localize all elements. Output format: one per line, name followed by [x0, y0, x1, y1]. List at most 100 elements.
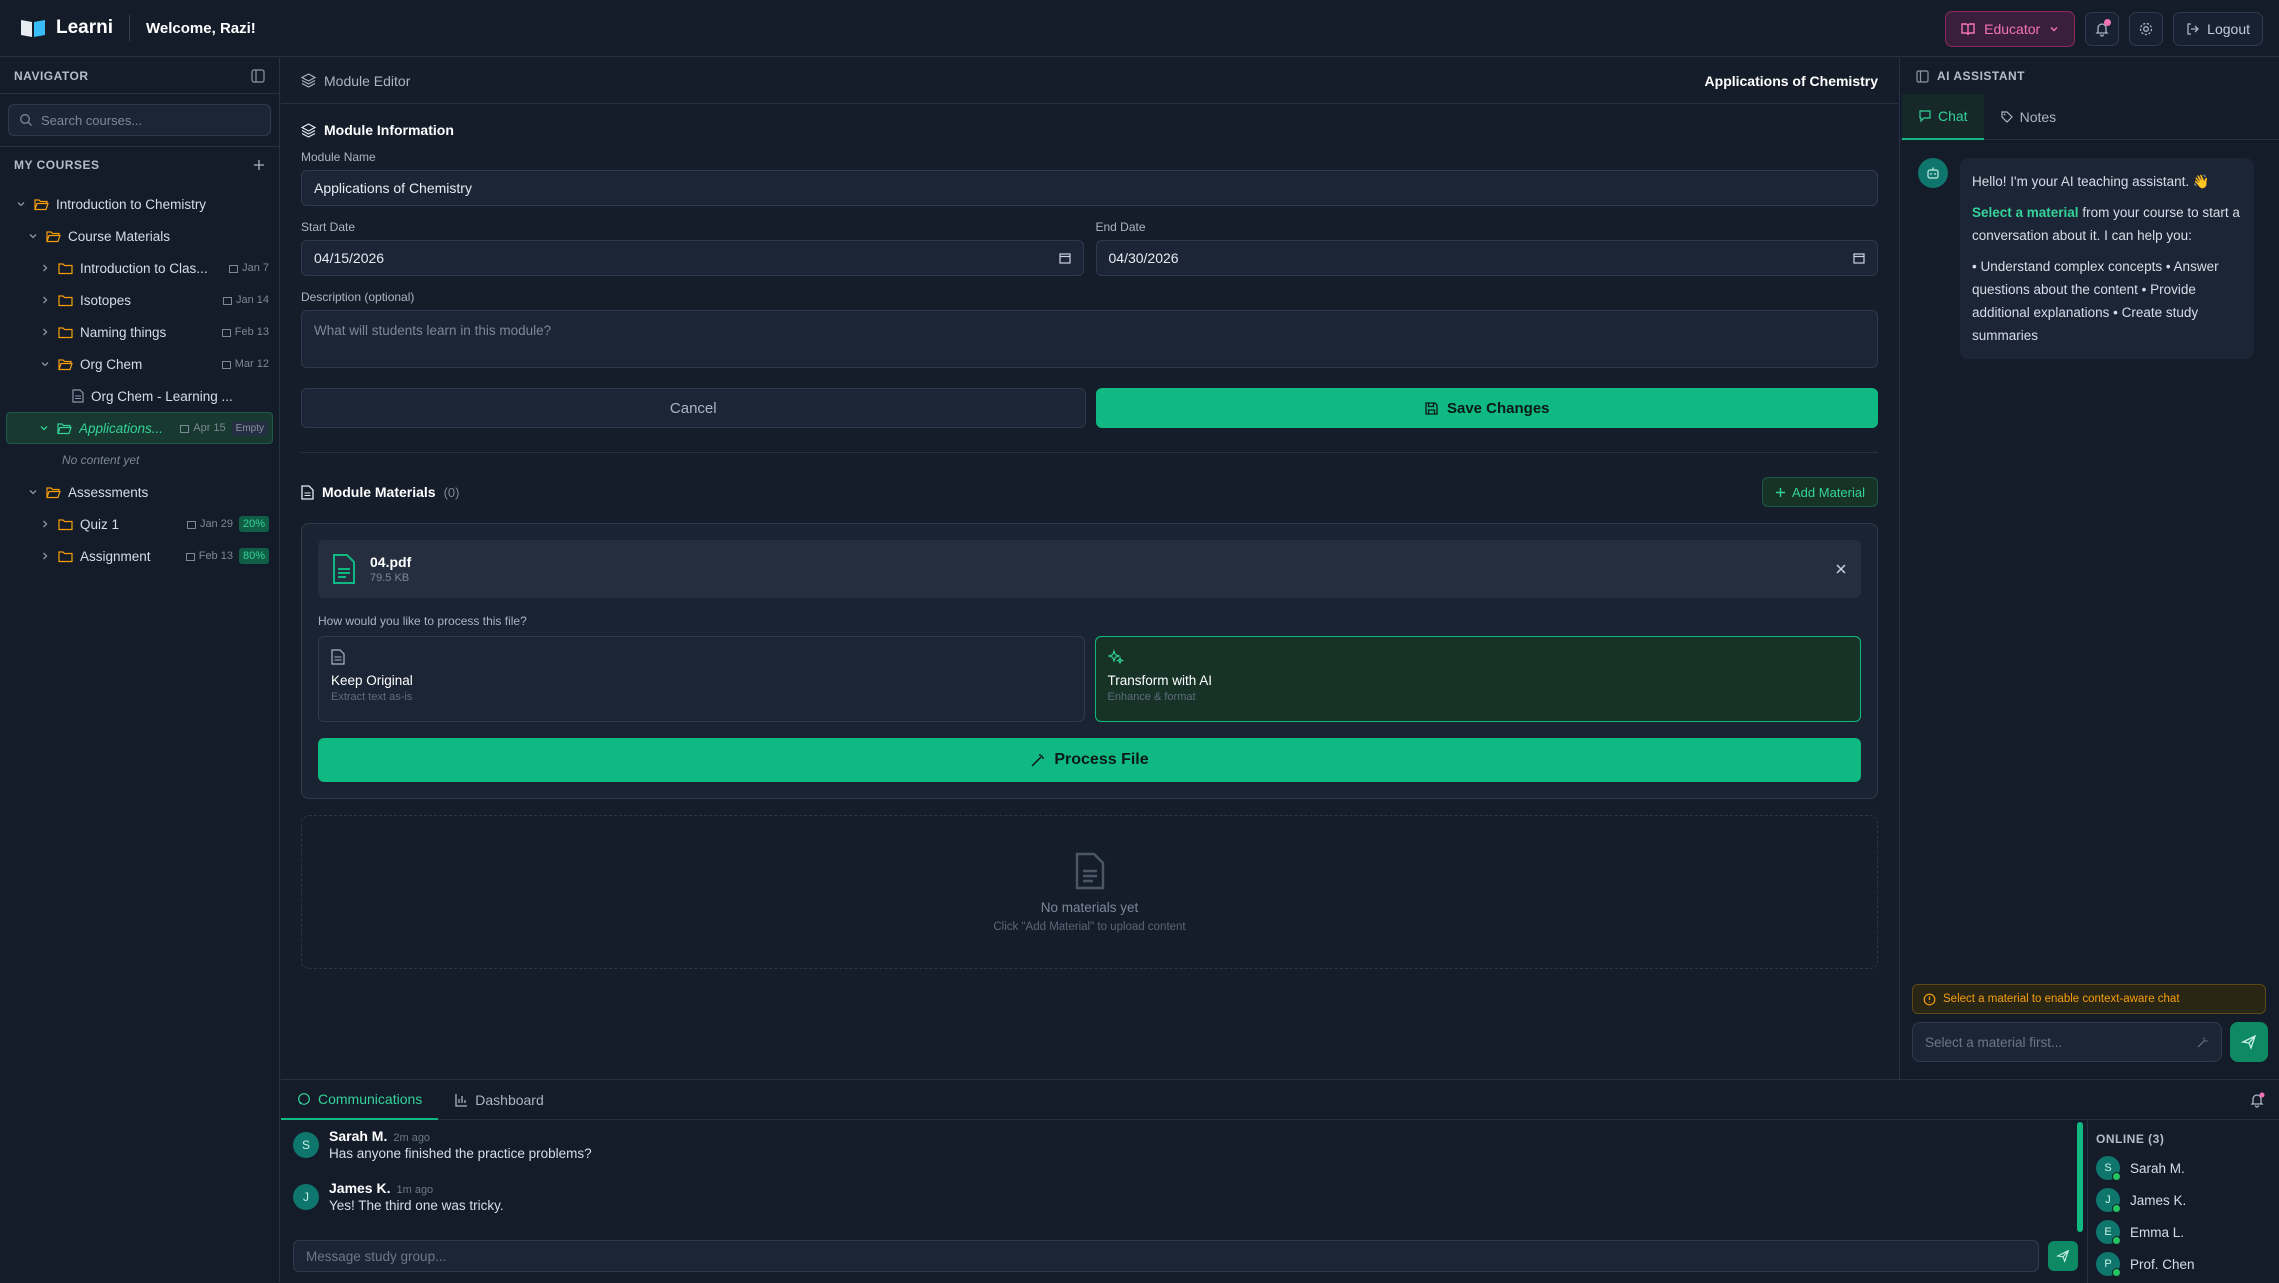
- cancel-button[interactable]: Cancel: [301, 388, 1086, 428]
- tree-item-assignment[interactable]: Assignment Feb 13 80%: [0, 540, 279, 572]
- tab-communications[interactable]: Communications: [281, 1080, 439, 1120]
- chat-messages: S Sarah M. 2m ago Has anyone finished the…: [281, 1120, 2279, 1224]
- online-user[interactable]: P Prof. Chen: [2096, 1248, 2271, 1280]
- save-changes-button[interactable]: Save Changes: [1095, 388, 1878, 428]
- chevron-down-icon[interactable]: [37, 423, 51, 433]
- keep-original-option[interactable]: Keep Original Extract text as-is: [318, 636, 1085, 722]
- transform-ai-option[interactable]: Transform with AI Enhance & format: [1094, 636, 1861, 722]
- option-subtitle: Extract text as-is: [331, 691, 413, 703]
- materials-count: (0): [443, 484, 460, 500]
- app-logo[interactable]: Learni: [20, 17, 113, 39]
- folder-icon: [58, 518, 73, 531]
- tree-date: Mar 12: [221, 358, 269, 370]
- add-course-icon[interactable]: [253, 159, 265, 171]
- tab-notes[interactable]: Notes: [1984, 94, 2073, 140]
- end-date-input[interactable]: 04/30/2026: [1095, 240, 1878, 276]
- add-material-button[interactable]: Add Material: [1762, 477, 1878, 507]
- empty-materials-state: No materials yet Click "Add Material" to…: [301, 815, 1878, 969]
- tree-file-org-chem-learning[interactable]: Org Chem - Learning ...: [0, 380, 279, 412]
- module-info-heading: Module Information: [301, 122, 1878, 138]
- online-user[interactable]: S Sarah M.: [2096, 1152, 2271, 1184]
- tree-label: Introduction to Clas...: [80, 260, 208, 276]
- ai-send-button[interactable]: [2230, 1022, 2268, 1062]
- chevron-right-icon[interactable]: [38, 551, 52, 561]
- logout-label: Logout: [2207, 21, 2250, 37]
- start-date-value: 04/15/2026: [314, 250, 385, 266]
- search-icon: [19, 113, 33, 127]
- tree-folder-course-materials[interactable]: Course Materials: [0, 220, 279, 252]
- app-name: Learni: [56, 17, 114, 38]
- chevron-down-icon[interactable]: [26, 231, 40, 241]
- navigator-sidebar: NAVIGATOR MY COURSES Introduction to Che…: [0, 58, 280, 1282]
- online-user[interactable]: E Emma L.: [2096, 1216, 2271, 1248]
- empty-title: No materials yet: [1040, 899, 1139, 915]
- study-group-send-button[interactable]: [2048, 1241, 2078, 1271]
- remove-file-icon[interactable]: [1835, 563, 1847, 575]
- online-users-panel: ONLINE (3) S Sarah M. J James K. E Emma L. …: [2087, 1120, 2279, 1283]
- study-group-message-input[interactable]: Message study group...: [293, 1240, 2039, 1272]
- tree-item-quiz-1[interactable]: Quiz 1 Jan 29 20%: [0, 508, 279, 540]
- tree-label: Assessments: [68, 484, 149, 500]
- online-user[interactable]: J James K.: [2096, 1184, 2271, 1216]
- select-material-link[interactable]: Select a material: [1972, 205, 2079, 220]
- tree-date: Feb 13: [221, 326, 269, 338]
- tree-folder-assessments[interactable]: Assessments: [0, 476, 279, 508]
- tab-label: Communications: [318, 1090, 423, 1107]
- chat-bubble-icon: [297, 1092, 311, 1106]
- panel-icon: [1916, 69, 1929, 83]
- chevron-right-icon[interactable]: [38, 295, 52, 305]
- chevron-right-icon[interactable]: [38, 263, 52, 273]
- avatar: P: [2096, 1252, 2121, 1277]
- chevron-down-icon[interactable]: [38, 359, 52, 369]
- module-title: Applications of Chemistry: [1704, 72, 1878, 89]
- bar-chart-icon: [454, 1093, 468, 1107]
- folder-open-icon: [58, 358, 73, 371]
- start-date-label: Start Date: [301, 220, 356, 234]
- tree-item-org-chem[interactable]: Org Chem Mar 12: [0, 348, 279, 380]
- date-text: Apr 15: [193, 422, 226, 434]
- role-label: Educator: [1984, 21, 2041, 37]
- welcome-text: Welcome, Razi!: [146, 19, 256, 37]
- document-icon: [1075, 852, 1105, 890]
- module-name-input[interactable]: Applications of Chemistry: [301, 170, 1878, 206]
- gear-icon: [2138, 21, 2154, 37]
- assistant-message: Hello! I'm your AI teaching assistant. 👋…: [1960, 158, 2254, 359]
- course-search-field[interactable]: [8, 104, 271, 136]
- description-textarea[interactable]: What will students learn in this module?: [301, 310, 1878, 368]
- collapse-panel-icon[interactable]: [251, 68, 265, 83]
- breadcrumb: Module Editor: [324, 72, 411, 89]
- settings-button[interactable]: [2129, 12, 2164, 46]
- folder-open-icon: [46, 486, 61, 499]
- course-search-input[interactable]: [41, 112, 241, 128]
- process-file-button[interactable]: Process File: [318, 738, 1861, 782]
- avatar: S: [293, 1132, 319, 1158]
- role-switcher-button[interactable]: Educator: [1945, 11, 2076, 47]
- calendar-icon[interactable]: [1853, 252, 1865, 264]
- chevron-down-icon[interactable]: [26, 487, 40, 497]
- avatar: E: [2096, 1220, 2121, 1245]
- calendar-icon[interactable]: [1058, 252, 1071, 264]
- pdf-file-icon: [332, 554, 356, 584]
- tree-item-intro-classification[interactable]: Introduction to Clas... Jan 7: [0, 252, 279, 284]
- process-question: How would you like to process this file?: [318, 614, 527, 628]
- tree-item-applications-active[interactable]: Applications... Apr 15 Empty: [6, 412, 273, 444]
- tab-dashboard[interactable]: Dashboard: [438, 1080, 560, 1120]
- chevron-down-icon[interactable]: [14, 199, 28, 209]
- notifications-button[interactable]: [2085, 12, 2120, 46]
- send-icon: [2241, 1034, 2257, 1050]
- tree-item-isotopes[interactable]: Isotopes Jan 14: [0, 284, 279, 316]
- logout-button[interactable]: Logout: [2173, 12, 2263, 46]
- start-date-input[interactable]: 04/15/2026: [301, 240, 1084, 276]
- tab-chat[interactable]: Chat: [1902, 93, 1984, 140]
- chat-message: S Sarah M. 2m ago Has anyone finished the…: [281, 1120, 2279, 1172]
- tree-item-naming-things[interactable]: Naming things Feb 13: [0, 316, 279, 348]
- chat-scrollbar[interactable]: [2077, 1122, 2083, 1232]
- chevron-right-icon[interactable]: [38, 327, 52, 337]
- message-text: Yes! The third one was tricky.: [329, 1198, 504, 1213]
- bell-icon[interactable]: [2249, 1092, 2265, 1108]
- chevron-right-icon[interactable]: [38, 519, 52, 529]
- ai-chat-input[interactable]: Select a material first...: [1912, 1022, 2222, 1062]
- tree-course-intro-chemistry[interactable]: Introduction to Chemistry: [0, 188, 279, 220]
- sparkles-icon[interactable]: [2196, 1036, 2209, 1049]
- tab-label: Notes: [2019, 108, 2057, 125]
